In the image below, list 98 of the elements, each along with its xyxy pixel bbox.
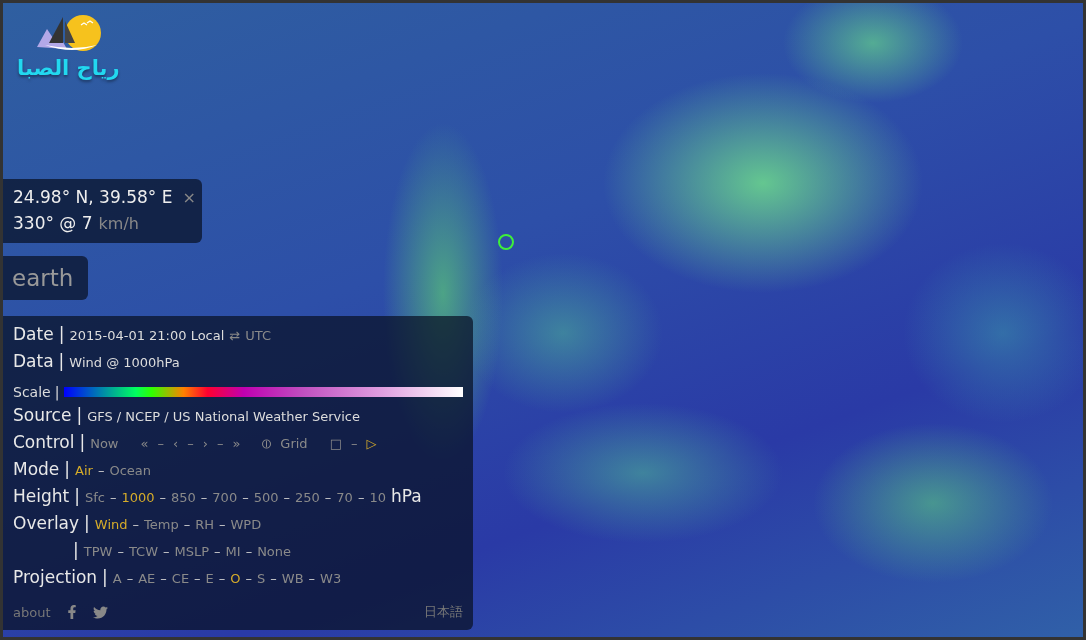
dash-separator: –	[194, 571, 201, 586]
menu-option[interactable]: W3	[320, 571, 342, 586]
row-label: Date	[13, 324, 54, 344]
twitter-icon[interactable]	[92, 604, 108, 620]
dash-separator: –	[97, 463, 105, 478]
control-option[interactable]: –	[187, 436, 194, 451]
dash-separator: –	[126, 571, 134, 586]
control-option[interactable]: –	[216, 436, 224, 451]
menu-option[interactable]: 700	[212, 490, 238, 505]
menu-option[interactable]: 500	[253, 490, 279, 505]
menu-option[interactable]: WB	[281, 571, 304, 586]
menu-option[interactable]: CE	[171, 571, 190, 586]
row-label: Source	[13, 405, 72, 425]
row-label: Data	[13, 351, 54, 371]
menu-option[interactable]: E	[205, 571, 214, 586]
brand-text[interactable]: earth	[12, 265, 74, 291]
dash-separator: –	[109, 490, 117, 505]
menu-option[interactable]: Temp	[144, 517, 179, 532]
menu-option[interactable]: Ocean	[109, 463, 151, 478]
row-label: Projection	[13, 567, 98, 587]
menu-option[interactable]: AE	[138, 571, 156, 586]
separator-pipe: |	[74, 486, 80, 506]
dash-separator: –	[214, 544, 221, 559]
menu-option[interactable]: O	[230, 571, 241, 586]
menu-option[interactable]: 850	[171, 490, 196, 505]
menu-option[interactable]: TCW	[128, 544, 158, 559]
menu-option[interactable]: Air	[75, 463, 93, 478]
dash-separator: –	[283, 490, 290, 505]
control-option[interactable]: □	[329, 436, 342, 451]
control-option[interactable]: –	[157, 436, 164, 451]
dash-separator: –	[159, 490, 166, 505]
close-button[interactable]: ×	[182, 187, 196, 207]
separator-pipe: |	[76, 405, 83, 425]
logo-text: رياح الصبا	[17, 57, 120, 81]
dash-separator: –	[163, 544, 170, 559]
date-value[interactable]: 2015-04-01 21:00 Local	[69, 328, 225, 343]
dash-separator: –	[183, 517, 191, 532]
dash-separator: –	[308, 571, 316, 586]
dash-separator: –	[117, 544, 124, 559]
menu-option[interactable]: Sfc	[84, 490, 105, 505]
menu-option[interactable]: S	[257, 571, 266, 586]
source-value: GFS / NCEP / US National Weather Service	[87, 409, 360, 424]
separator-pipe: |	[58, 324, 65, 344]
control-option[interactable]: »	[232, 436, 241, 451]
coordinates: 24.98° N, 39.58° E	[13, 187, 173, 207]
menu-option[interactable]: RH	[195, 517, 214, 532]
control-option[interactable]: ‹	[172, 436, 179, 451]
row-label: Control	[13, 432, 75, 452]
menu-option[interactable]: Wind	[94, 517, 128, 532]
control-option[interactable]: Grid	[280, 436, 308, 451]
utc-toggle[interactable]: UTC	[245, 328, 272, 343]
dash-separator: –	[324, 490, 332, 505]
row-label: Overlay	[13, 513, 80, 533]
dash-separator: –	[200, 490, 208, 505]
location-marker-icon	[497, 233, 515, 251]
menu-option[interactable]: WPD	[230, 517, 262, 532]
menu-option[interactable]: 10	[369, 490, 386, 505]
menu-option[interactable]: None	[257, 544, 292, 559]
menu-option[interactable]: TPW	[83, 544, 113, 559]
unit-label: hPa	[390, 486, 422, 506]
menu-option[interactable]: A	[112, 571, 122, 586]
dash-separator: –	[357, 490, 365, 505]
control-option[interactable]: «	[140, 436, 149, 451]
menu-option[interactable]: 250	[295, 490, 320, 505]
control-option[interactable]: ⦶	[262, 436, 272, 452]
menu-option[interactable]: MI	[225, 544, 241, 559]
separator-pipe: |	[84, 513, 90, 533]
row-label: Height	[13, 486, 70, 506]
row-label: Mode	[13, 459, 60, 479]
separator-pipe: |	[79, 432, 86, 452]
dash-separator: –	[160, 571, 167, 586]
wind-reading: 330° @ 7	[13, 213, 93, 233]
dash-separator: –	[245, 571, 253, 586]
row-label: Scale	[13, 383, 51, 400]
control-option[interactable]: Now	[90, 436, 119, 451]
menu-option[interactable]: 1000	[121, 490, 155, 505]
dash-separator: –	[218, 571, 226, 586]
menu-option[interactable]: 70	[336, 490, 353, 505]
data-value: Wind @ 1000hPa	[69, 355, 180, 370]
separator-pipe: |	[73, 540, 79, 560]
dash-separator: –	[242, 490, 249, 505]
dash-separator: –	[218, 517, 226, 532]
separator-pipe: |	[54, 383, 60, 400]
brand-button[interactable]: earth	[3, 256, 88, 300]
dash-separator: –	[132, 517, 139, 532]
dash-separator: –	[270, 571, 277, 586]
about-link[interactable]: about	[13, 604, 51, 620]
separator-pipe: |	[58, 351, 65, 371]
separator-pipe: |	[102, 567, 108, 587]
dash-separator: –	[245, 544, 253, 559]
control-option[interactable]: –	[350, 436, 358, 451]
separator-pipe: |	[64, 459, 71, 479]
swap-icon[interactable]: ⇄	[229, 328, 241, 343]
language-link[interactable]: 日本語	[424, 603, 463, 621]
menu-option[interactable]: MSLP	[174, 544, 210, 559]
wind-unit: km/h	[98, 213, 139, 233]
control-option[interactable]: ▷	[366, 436, 377, 451]
control-option[interactable]: ›	[202, 436, 208, 451]
